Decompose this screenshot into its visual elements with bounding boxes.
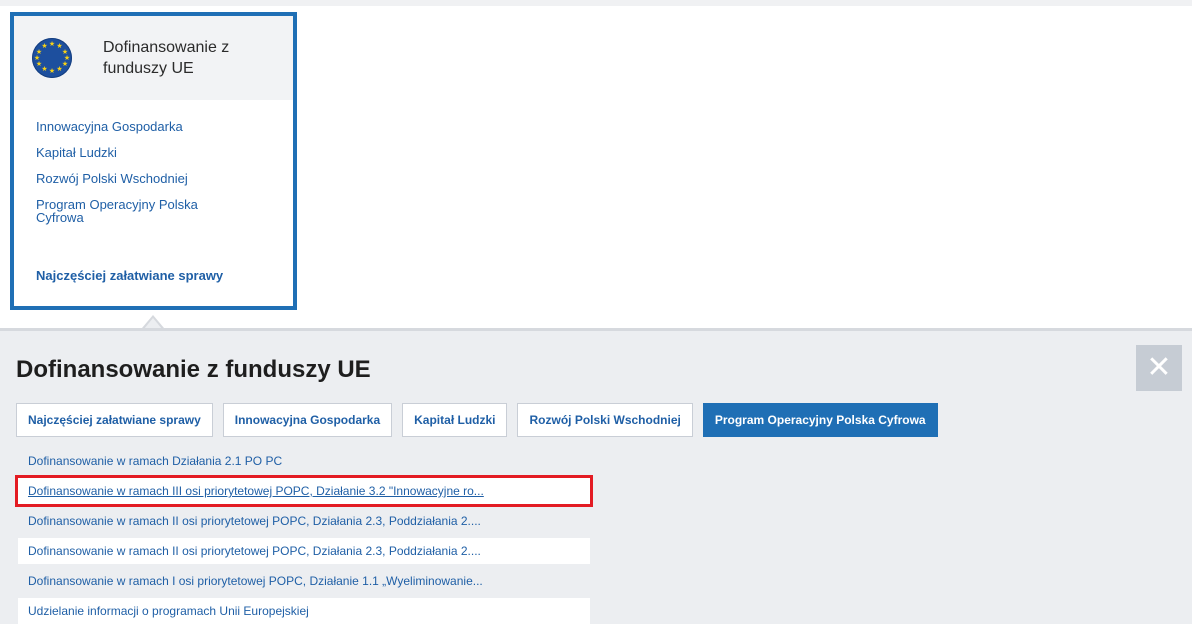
- category-tile: ★ ★ ★ ★ ★ ★ ★ ★ ★ ★ ★ ★ Dofinansowanie z…: [10, 12, 297, 310]
- tab-kapital-ludzki[interactable]: Kapitał Ludzki: [402, 403, 508, 437]
- list-item[interactable]: Dofinansowanie w ramach II osi priorytet…: [18, 508, 590, 534]
- list-item[interactable]: Dofinansowanie w ramach Działania 2.1 PO…: [18, 448, 590, 474]
- tile-link-najczesciej[interactable]: Najczęściej załatwiane sprawy: [36, 268, 223, 283]
- top-strip: [0, 0, 1192, 6]
- tile-link-innowacyjna-gospodarka[interactable]: Innowacyjna Gospodarka: [36, 120, 293, 133]
- tile-title: Dofinansowanie z funduszy UE: [103, 39, 230, 77]
- tab-najczesciej[interactable]: Najczęściej załatwiane sprawy: [16, 403, 213, 437]
- tab-innowacyjna-gospodarka[interactable]: Innowacyjna Gospodarka: [222, 403, 393, 437]
- tab-rozwoj-polski-wschodniej[interactable]: Rozwój Polski Wschodniej: [517, 403, 693, 437]
- tile-link-kapital-ludzki[interactable]: Kapitał Ludzki: [36, 146, 293, 159]
- item-list: Dofinansowanie w ramach Działania 2.1 PO…: [15, 448, 593, 628]
- list-item[interactable]: Dofinansowanie w ramach II osi priorytet…: [18, 538, 590, 564]
- list-item[interactable]: Dofinansowanie w ramach I osi prioryteto…: [18, 568, 590, 594]
- tile-link-rozwoj-polski-wschodniej[interactable]: Rozwój Polski Wschodniej: [36, 172, 293, 185]
- expanded-panel: Dofinansowanie z funduszy UE ✕ Najczęści…: [0, 328, 1192, 624]
- tile-link-polska-cyfrowa[interactable]: Program Operacyjny Polska Cyfrowa: [36, 198, 236, 224]
- tile-header[interactable]: ★ ★ ★ ★ ★ ★ ★ ★ ★ ★ ★ ★ Dofinansowanie z…: [14, 16, 293, 100]
- eu-flag-icon: ★ ★ ★ ★ ★ ★ ★ ★ ★ ★ ★ ★: [32, 38, 72, 78]
- list-item-highlighted[interactable]: Dofinansowanie w ramach III osi prioryte…: [15, 475, 593, 507]
- tile-links: Innowacyjna Gospodarka Kapitał Ludzki Ro…: [14, 100, 293, 224]
- tab-polska-cyfrowa[interactable]: Program Operacyjny Polska Cyfrowa: [702, 403, 938, 437]
- panel-title: Dofinansowanie z funduszy UE: [16, 356, 371, 383]
- tab-bar: Najczęściej załatwiane sprawy Innowacyjn…: [16, 403, 938, 437]
- list-item[interactable]: Udzielanie informacji o programach Unii …: [18, 598, 590, 624]
- close-icon[interactable]: ✕: [1136, 345, 1182, 391]
